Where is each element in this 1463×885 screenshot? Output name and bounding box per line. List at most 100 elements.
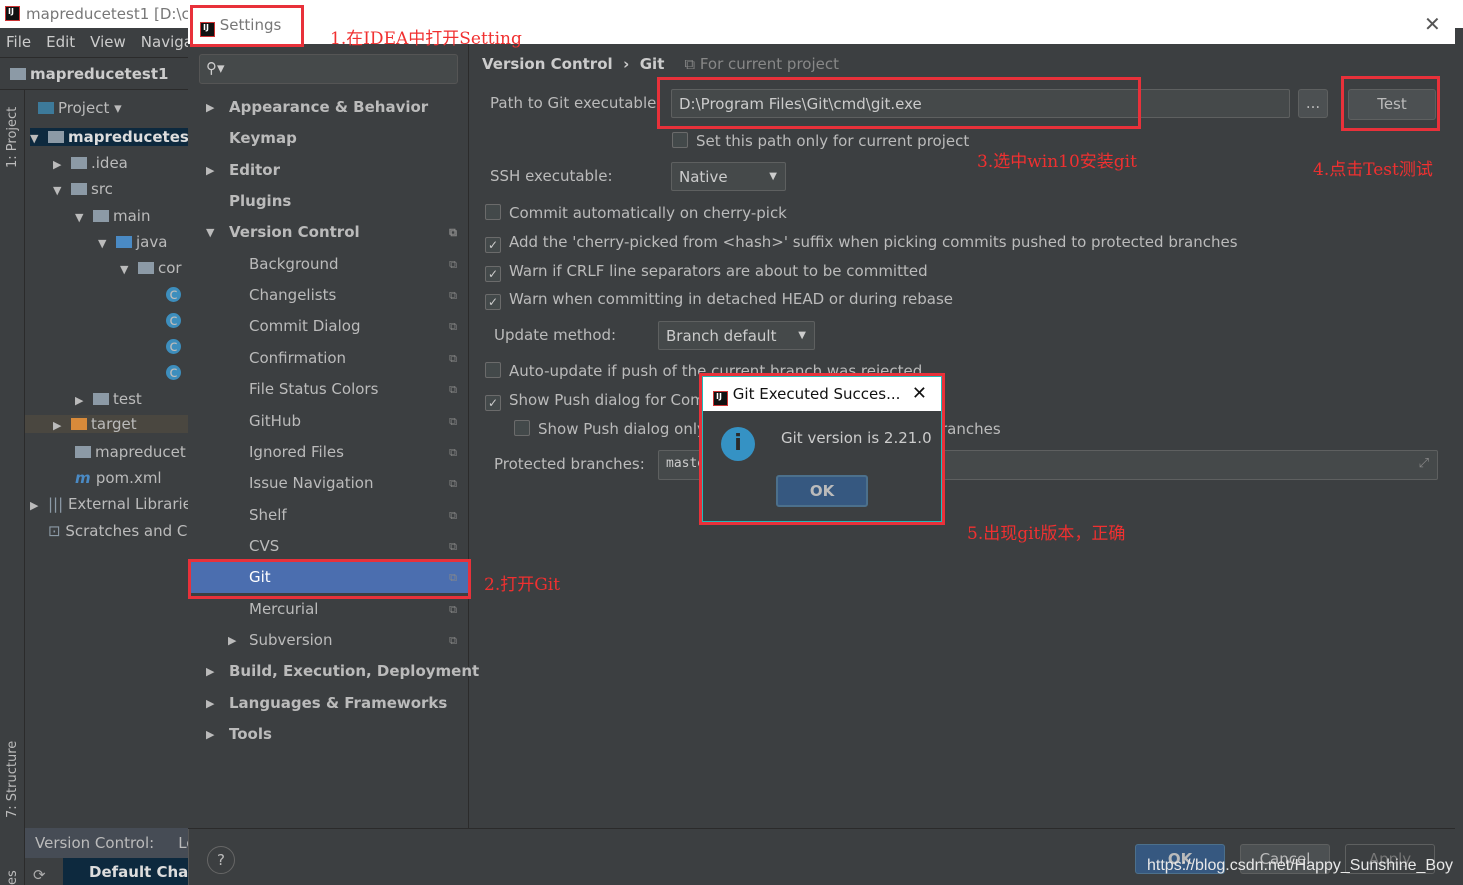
settings-tree-item[interactable]: File Status Colors ⧉	[188, 374, 469, 405]
settings-search-input[interactable]: ⚲▾	[199, 54, 458, 84]
close-icon[interactable]: ✕	[1424, 12, 1441, 36]
checkbox-icon	[672, 132, 688, 148]
project-view-selector[interactable]: Project ▾	[38, 99, 122, 117]
tree-item[interactable]: ▼ src	[53, 180, 113, 198]
class-icon[interactable]: c	[166, 287, 181, 302]
checkbox-icon: ✓	[485, 395, 501, 411]
library-icon: |||	[48, 495, 68, 513]
tree-item[interactable]: ▶ ||| External Librarie	[30, 495, 188, 513]
show-push-only-checkbox[interactable]: Show Push dialog only	[514, 420, 706, 438]
settings-tree-item[interactable]: ▶ Subversion ⧉	[188, 625, 469, 656]
menu-navigate[interactable]: Naviga	[141, 33, 193, 52]
tree-item[interactable]: mapreducet	[75, 443, 186, 461]
browse-button[interactable]: ...	[1298, 89, 1328, 118]
project-tool-tab[interactable]: 1: Project	[5, 107, 20, 168]
class-icon[interactable]: c	[166, 365, 181, 380]
changes-tool-tab[interactable]: es	[5, 870, 20, 885]
git-option-checkbox[interactable]: Commit automatically on cherry-pick	[485, 204, 787, 222]
settings-tree-item[interactable]: Shelf ⧉	[188, 500, 469, 531]
class-icon[interactable]: c	[166, 339, 181, 354]
settings-tree-item[interactable]: Background ⧉	[188, 249, 469, 280]
settings-tree-item[interactable]: Issue Navigation ⧉	[188, 468, 469, 499]
show-push-checkbox[interactable]: ✓ Show Push dialog for Com	[485, 391, 705, 411]
tree-item[interactable]: ▶ target	[25, 415, 188, 433]
checkbox-label: Set this path only for current project	[696, 132, 970, 150]
chevron-right-icon[interactable]: ▶	[206, 719, 214, 750]
structure-tool-tab[interactable]: 7: Structure	[5, 741, 20, 818]
menu-view[interactable]: View	[90, 33, 126, 52]
settings-tree-label: Ignored Files	[249, 442, 344, 461]
settings-tree-item[interactable]: Commit Dialog ⧉	[188, 311, 469, 342]
settings-tree-item[interactable]: ▶ Editor	[188, 155, 469, 186]
tree-item[interactable]: ▼ cor	[120, 259, 182, 277]
project-name[interactable]: mapreducetest1	[30, 65, 168, 83]
settings-tree-item[interactable]: ▼ Version Control ⧉	[188, 217, 469, 248]
tree-label: main	[113, 207, 151, 225]
settings-tree-item[interactable]: ▶ Build, Execution, Deployment	[188, 656, 479, 687]
chevron-down-icon[interactable]: ▼	[206, 217, 214, 248]
version-control-tab[interactable]: Version Control: Lo	[25, 828, 195, 858]
settings-tree-item[interactable]: ▶ Tools	[188, 719, 469, 750]
tree-item[interactable]: ▶ .idea	[53, 154, 128, 172]
settings-tree-item[interactable]: Keymap	[188, 123, 469, 154]
chevron-right-icon[interactable]: ▶	[228, 625, 236, 656]
checkbox-icon	[514, 420, 530, 436]
help-button[interactable]: ?	[207, 846, 235, 874]
checkbox-icon: ✓	[485, 294, 501, 310]
expand-icon[interactable]: ⤢	[1419, 456, 1429, 471]
settings-tree-label: Subversion	[249, 630, 333, 649]
annotation-box	[190, 5, 304, 47]
tree-item[interactable]: ⊡ Scratches and C	[48, 522, 187, 540]
tree-item[interactable]: ▼ java	[98, 233, 167, 251]
settings-tree-item[interactable]: ▶ Appearance & Behavior	[188, 92, 469, 123]
annotation-5: 5.出现git版本，正确	[967, 524, 1126, 544]
annotation-2: 2.打开Git	[484, 575, 561, 595]
chevron-right-icon[interactable]: ▶	[206, 92, 214, 123]
settings-tree-label: Plugins	[229, 192, 292, 211]
breadcrumb-current: Git	[639, 55, 665, 73]
update-method-value: Branch default	[666, 327, 777, 345]
annotation-box	[657, 77, 1141, 129]
git-option-checkbox[interactable]: ✓ Warn if CRLF line separators are about …	[485, 262, 928, 282]
folder-icon	[71, 157, 87, 169]
menu-file[interactable]: File	[6, 33, 31, 52]
settings-tree-label: Version Control	[229, 223, 360, 242]
git-option-checkbox[interactable]: ✓ Warn when committing in detached HEAD o…	[485, 290, 953, 310]
menu-edit[interactable]: Edit	[46, 33, 75, 52]
settings-tree-item[interactable]: Changelists ⧉	[188, 280, 469, 311]
chevron-right-icon[interactable]: ▶	[206, 688, 214, 719]
settings-tree-item[interactable]: GitHub ⧉	[188, 406, 469, 437]
scratches-icon: ⊡	[48, 522, 66, 540]
project-scope-icon: ⧉	[449, 383, 457, 397]
chevron-right-icon[interactable]: ▶	[206, 656, 214, 687]
settings-tree-item[interactable]: Confirmation ⧉	[188, 343, 469, 374]
annotation-1: 1.在IDEA中打开Setting	[330, 29, 522, 49]
class-icon[interactable]: c	[166, 313, 181, 328]
tree-item[interactable]: ▼ main	[75, 207, 150, 225]
git-option-checkbox[interactable]: ✓ Add the 'cherry-picked from <hash>' suf…	[485, 233, 1238, 253]
ssh-label: SSH executable:	[490, 167, 613, 185]
ssh-value: Native	[679, 168, 728, 186]
vc-tab-label: Version Control:	[35, 834, 155, 852]
module-file-icon	[75, 446, 91, 458]
annotation-4: 4.点击Test测试	[1313, 160, 1433, 180]
tree-item[interactable]: m pom.xml	[75, 469, 162, 487]
tree-item-root[interactable]: ▼ mapreducetest	[30, 128, 188, 146]
annotation-box	[699, 373, 945, 525]
settings-tree-item[interactable]: Ignored Files ⧉	[188, 437, 469, 468]
refresh-icon[interactable]: ⟳	[33, 866, 46, 884]
default-changelist[interactable]: Default Chan	[63, 858, 199, 885]
ssh-select[interactable]: Native ▼	[671, 162, 786, 191]
settings-tree-item[interactable]: Plugins	[188, 186, 469, 217]
ide-title: mapreducetest1 [D:\co	[26, 5, 199, 23]
tree-item[interactable]: ▶ test	[75, 390, 142, 408]
settings-tree-label: Mercurial	[249, 599, 319, 618]
project-scope-icon: ⧉	[449, 414, 457, 428]
path-only-current-checkbox[interactable]: Set this path only for current project	[672, 132, 969, 150]
update-method-select[interactable]: Branch default ▼	[658, 321, 815, 350]
breadcrumb-parent[interactable]: Version Control	[482, 55, 613, 73]
settings-tree-item[interactable]: CVS ⧉	[188, 531, 469, 562]
settings-tree-label: Build, Execution, Deployment	[229, 662, 480, 681]
chevron-right-icon[interactable]: ▶	[206, 155, 214, 186]
settings-tree-item[interactable]: ▶ Languages & Frameworks	[188, 688, 469, 719]
